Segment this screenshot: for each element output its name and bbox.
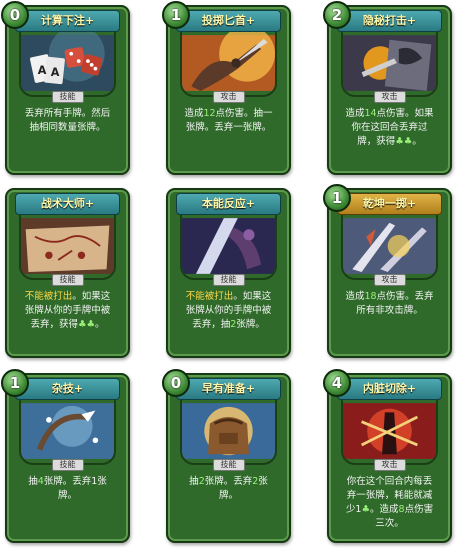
card-type-label: 攻击 (212, 91, 245, 103)
backpack-icon (182, 403, 275, 459)
desc-text: 造成 (345, 291, 365, 302)
card-description: 抽4张牌。丢弃1张牌。 (21, 475, 114, 531)
desc-text: 抽 (189, 476, 199, 487)
card-tactician[interactable]: 战术大师+ 技能 不能被打出。如果这张牌从你的手牌中被丢弃，获得♣♣。 (5, 188, 130, 358)
card-description: 造成18点伤害。丢弃所有非攻击牌。 (343, 290, 436, 346)
highlight-value: ♣ (361, 504, 370, 515)
desc-text: 张牌。丢弃1张牌。 (43, 476, 107, 501)
card-description: 造成12点伤害。抽一张牌。丢弃一张牌。 (182, 107, 275, 163)
energy-cost-orb: 1 (323, 184, 351, 212)
energy-cost-orb: 0 (1, 1, 29, 29)
card-art-dagger-throw (180, 29, 277, 97)
card-eviscerate[interactable]: 4 内脏切除+ 攻击 你在这个回合内每丢弃一张牌，耗能就减少1♣。造成8点伤害三… (323, 369, 452, 543)
map-icon (21, 218, 114, 274)
svg-text:A: A (51, 66, 60, 79)
card-title-banner: 杂技+ (15, 378, 120, 400)
desc-text: 造成 (184, 108, 204, 119)
all-out-attack-icon (343, 218, 436, 274)
desc-text: 造成 (345, 108, 365, 119)
card-description: 不能被打出。如果这张牌从你的手牌中被丢弃，抽2张牌。 (182, 290, 275, 346)
card-reflex[interactable]: 本能反应+ 技能 不能被打出。如果这张牌从你的手牌中被丢弃，抽2张牌。 (166, 188, 291, 358)
card-title-banner: 本能反应+ (176, 193, 281, 215)
reflex-icon (182, 218, 275, 274)
keyword-text: 不能被打出 (24, 291, 73, 302)
card-type-label: 技能 (212, 274, 245, 286)
card-title-banner: 战术大师+ (15, 193, 120, 215)
card-type-label: 攻击 (373, 91, 406, 103)
sneaky-strike-icon (343, 35, 436, 91)
desc-text: 。 (412, 136, 422, 147)
highlight-value: 14 (364, 108, 377, 119)
card-art-dice-and-cards: A A (19, 29, 116, 97)
card-title-banner: 计算下注+ (15, 10, 120, 32)
energy-cost-orb: 0 (162, 369, 190, 397)
highlight-value: ♣♣ (395, 136, 413, 147)
card-type-label: 攻击 (373, 459, 406, 471)
eviscerate-icon (343, 403, 436, 459)
card-sneaky-strike[interactable]: 2 隐秘打击+ 攻击 造成14点伤害。如果你在这回合丢弃过牌，获得♣♣。 (323, 1, 452, 175)
highlight-value: ♣♣ (77, 319, 96, 330)
card-title-banner: 隐秘打击+ (337, 10, 442, 32)
card-art-sneaky-strike (341, 29, 438, 97)
svg-text:A: A (38, 64, 47, 77)
card-all-out-attack[interactable]: 1 乾坤一掷+ 攻击 造成18点伤害。丢弃所有非攻击牌。 (323, 184, 452, 358)
card-type-label: 技能 (51, 274, 84, 286)
dice-cards-icon: A A (21, 31, 114, 91)
card-description: 抽2张牌。丢弃2张牌。 (182, 475, 275, 531)
card-art-tactician-map (19, 212, 116, 280)
dagger-throw-icon (182, 31, 275, 91)
card-art-all-out-attack (341, 212, 438, 280)
desc-text: 。造成 (370, 504, 399, 515)
card-title-banner: 乾坤一掷+ (337, 193, 442, 215)
energy-cost-orb: 1 (1, 369, 29, 397)
card-type-label: 技能 (51, 91, 84, 103)
card-title-banner: 内脏切除+ (337, 378, 442, 400)
card-description: 你在这个回合内每丢弃一张牌，耗能就减少1♣。造成8点伤害三次。 (343, 475, 436, 531)
card-calculated-gamble[interactable]: 0 计算下注+ A A 技能 丢弃所有手牌。然后抽相同数量张牌。 (1, 1, 130, 175)
card-description: 丢弃所有手牌。然后抽相同数量张牌。 (21, 107, 114, 163)
desc-text: 抽 (28, 476, 38, 487)
card-type-label: 攻击 (373, 274, 406, 286)
card-art-reflex (180, 212, 277, 280)
desc-text: 张牌。丢弃 (204, 476, 253, 487)
highlight-value: 12 (203, 108, 216, 119)
card-description: 造成14点伤害。如果你在这回合丢弃过牌，获得♣♣。 (343, 107, 436, 163)
desc-text: 。 (95, 319, 105, 330)
card-title-banner: 投掷匕首+ (176, 10, 281, 32)
card-description: 不能被打出。如果这张牌从你的手牌中被丢弃，获得♣♣。 (21, 290, 114, 346)
card-prepared[interactable]: 0 早有准备+ 技能 抽2张牌。丢弃2张牌。 (162, 369, 291, 543)
card-acrobatics[interactable]: 1 杂技+ 技能 抽4张牌。丢弃1张牌。 (1, 369, 130, 543)
acrobatics-icon (21, 403, 114, 459)
card-type-label: 技能 (51, 459, 84, 471)
card-title-banner: 早有准备+ (176, 378, 281, 400)
energy-cost-orb: 4 (323, 369, 351, 397)
energy-cost-orb: 2 (323, 1, 351, 29)
energy-cost-orb: 1 (162, 1, 190, 29)
desc-text: 丢弃所有手牌。然后抽相同数量张牌。 (24, 108, 111, 133)
keyword-text: 不能被打出 (185, 291, 234, 302)
card-art-acrobatics (19, 397, 116, 465)
desc-text: 张牌。 (236, 319, 265, 330)
card-art-eviscerate (341, 397, 438, 465)
highlight-value: 18 (364, 291, 377, 302)
card-art-prepared-backpack (180, 397, 277, 465)
card-dagger-throw[interactable]: 1 投掷匕首+ 攻击 造成12点伤害。抽一张牌。丢弃一张牌。 (162, 1, 291, 175)
card-type-label: 技能 (212, 459, 245, 471)
